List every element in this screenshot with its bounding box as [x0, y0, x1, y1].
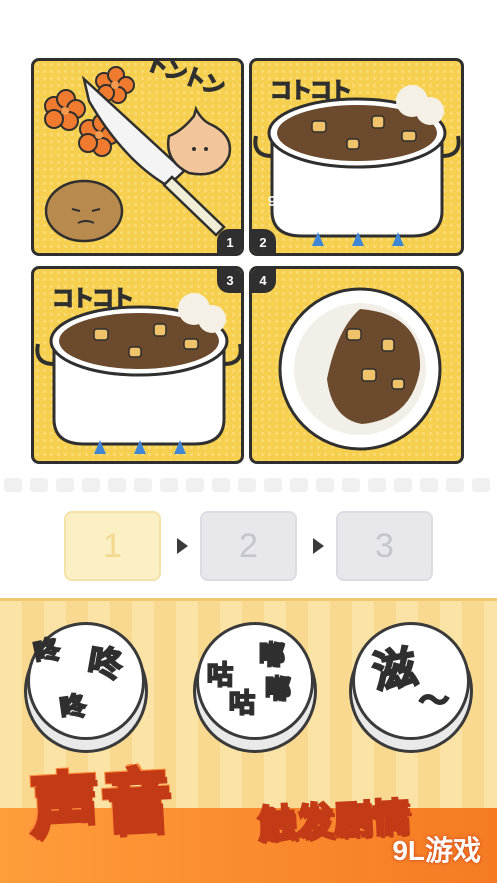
promo-title: 声音	[26, 759, 178, 849]
arrow-right-icon	[313, 538, 324, 554]
answer-slot-3[interactable]: 3	[336, 511, 433, 581]
panel-4-illustration	[278, 287, 442, 451]
sound-button-knocking[interactable]: 咚 咚 咚	[27, 622, 145, 740]
film-strip-divider	[0, 478, 497, 494]
sound-label: 咚	[57, 690, 89, 725]
sound-label: 〜	[418, 684, 450, 719]
comic-panel-3[interactable]: コトコト 3	[31, 266, 244, 464]
sound-button-sizzling[interactable]: 滋 〜	[352, 622, 470, 740]
sound-label: 嘟	[264, 675, 292, 705]
sound-label: 咕	[228, 689, 256, 719]
sound-label: 滋	[368, 641, 422, 701]
panel-number: 1	[217, 229, 241, 253]
sound-label: 嘟	[258, 641, 286, 671]
panel-number: 4	[252, 269, 276, 293]
sfx-simmering: コトコト	[51, 287, 135, 312]
promo-subtitle: 触发剧情	[256, 794, 413, 849]
panel-number: 3	[217, 269, 241, 293]
watermark: 9L游戏 91danji.com	[268, 193, 334, 218]
answer-slot-1[interactable]: 1	[64, 511, 161, 581]
sound-label: 咚	[30, 634, 64, 671]
sound-button-bubbling[interactable]: 咕 嘟 咕 嘟	[196, 622, 314, 740]
sfx-simmering: コトコト	[269, 79, 353, 104]
arrow-right-icon	[177, 538, 188, 554]
panel-number: 2	[252, 229, 276, 253]
sound-label: 咚	[84, 640, 126, 687]
comic-panel-4[interactable]: 4	[249, 266, 464, 464]
comic-panel-2[interactable]: コトコト 2	[249, 58, 464, 256]
site-logo: 9L游戏	[392, 835, 481, 866]
comic-panel-1[interactable]: トントン 1	[31, 58, 244, 256]
sound-label: 咕	[206, 661, 234, 691]
answer-slot-2[interactable]: 2	[200, 511, 297, 581]
